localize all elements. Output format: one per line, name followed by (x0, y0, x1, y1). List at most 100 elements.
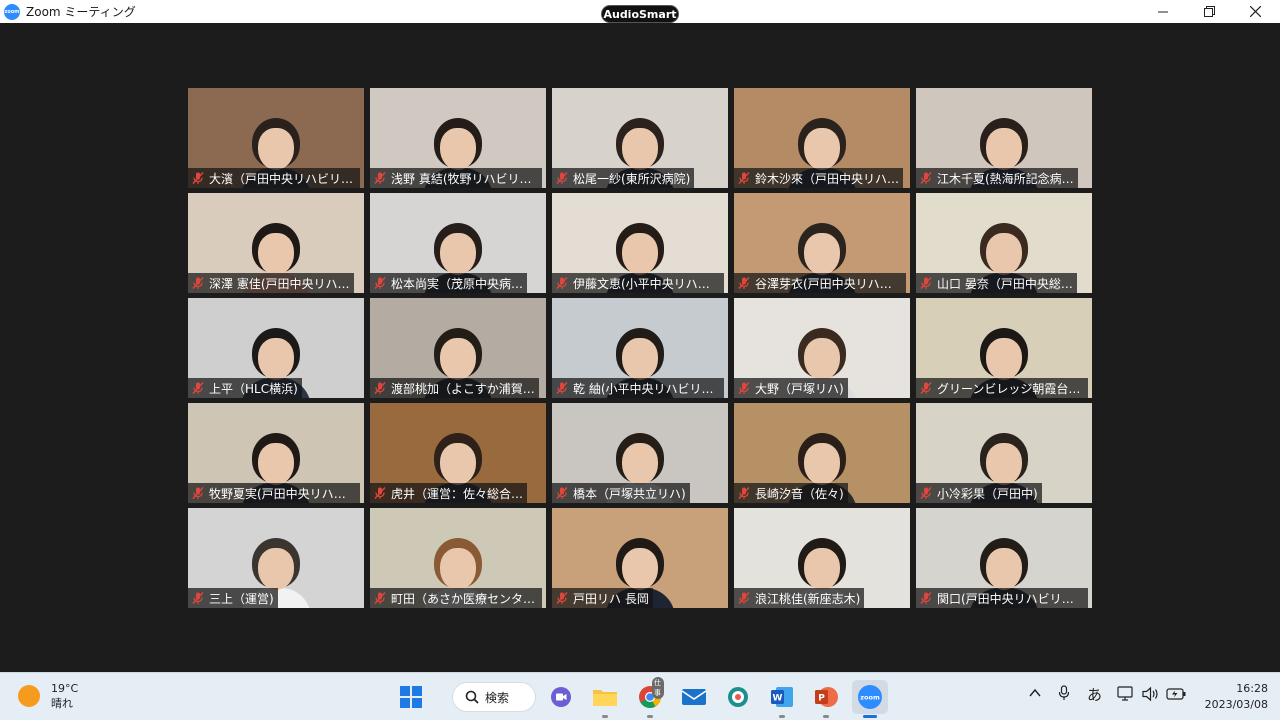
window-title: Zoom ミーティング (26, 5, 136, 19)
network-tray[interactable] (1117, 686, 1135, 706)
participant-tile[interactable]: 浪江桃佳(新座志木) (734, 508, 910, 608)
participant-name: グリーンビレッジ朝霞台いけや (937, 381, 1084, 396)
show-hidden-icons[interactable] (1029, 687, 1041, 703)
participant-name: 浅野 真結(牧野リハビリテ… (391, 171, 538, 186)
mic-muted-icon (738, 277, 750, 289)
zoom-icon: zoom (858, 685, 882, 709)
participant-name: 橋本（戸塚共立リハ) (573, 486, 686, 501)
taskbar-file-explorer[interactable] (591, 683, 619, 711)
mic-muted-icon (192, 382, 204, 394)
participant-name: 三上（運営) (209, 591, 274, 606)
participant-tile[interactable]: 上平（HLC横浜) (188, 298, 364, 398)
word-icon: W (771, 687, 793, 707)
mic-muted-icon (556, 487, 568, 499)
weather-widget[interactable]: 19°C 晴れ (18, 681, 78, 711)
participant-name: 大野（戸塚リハ) (755, 381, 844, 396)
participant-tile[interactable]: 小冷彩果（戸田中) (916, 403, 1092, 503)
participant-tile[interactable]: 乾 紬(小平中央リハビリテ… (552, 298, 728, 398)
participant-name: 上平（HLC横浜) (209, 381, 298, 396)
mic-muted-icon (920, 172, 932, 184)
participant-tile[interactable]: 戸田リハ 長岡 (552, 508, 728, 608)
participant-name: 深澤 憲佳(戸田中央リハ… (209, 276, 350, 291)
taskbar-search[interactable]: 検索 (452, 682, 536, 712)
participant-tile[interactable]: 伊藤文恵(小平中央リハビ… (552, 193, 728, 293)
participant-name: 乾 紬(小平中央リハビリテ… (573, 381, 720, 396)
restore-button[interactable] (1186, 0, 1232, 23)
participant-name: 谷澤芽衣(戸田中央リハビ… (755, 276, 902, 291)
participant-tile[interactable]: 大野（戸塚リハ) (734, 298, 910, 398)
mic-muted-icon (374, 592, 386, 604)
participant-tile[interactable]: 長崎汐音（佐々) (734, 403, 910, 503)
participant-tile[interactable]: グリーンビレッジ朝霞台いけや (916, 298, 1092, 398)
taskbar-word[interactable]: W (768, 683, 796, 711)
participant-tile[interactable]: 谷澤芽衣(戸田中央リハビ… (734, 193, 910, 293)
start-button[interactable] (397, 683, 425, 711)
participant-tile[interactable]: 橋本（戸塚共立リハ) (552, 403, 728, 503)
close-button[interactable] (1232, 0, 1278, 23)
app-icon (728, 687, 748, 707)
speaker-icon (1142, 686, 1158, 702)
title-bar: zoom Zoom ミーティング AudioSmart (0, 0, 1280, 23)
minimize-button[interactable] (1140, 0, 1186, 23)
weather-condition: 晴れ (51, 697, 73, 710)
mic-muted-icon (738, 172, 750, 184)
participant-tile[interactable]: 三上（運営) (188, 508, 364, 608)
volume-tray[interactable] (1142, 686, 1160, 706)
battery-tray[interactable] (1166, 687, 1186, 705)
participant-name: 浪江桃佳(新座志木) (755, 591, 861, 606)
participant-grid: 大濱（戸田中央リハビリテ… 浅野 真結(牧野リハビリテ… 松尾一紗(東所沢病院)… (188, 88, 1093, 608)
clock-time: 16:28 (1236, 682, 1268, 695)
participant-tile[interactable]: 江木千夏(熱海所記念病… (916, 88, 1092, 188)
participant-tile[interactable]: 虎井（運営：佐々総合… (370, 403, 546, 503)
camera-chat-icon (551, 687, 571, 707)
taskbar-powerpoint[interactable]: P (812, 683, 840, 711)
taskbar-chrome[interactable]: 仕事 (636, 677, 664, 711)
participant-tile[interactable]: 大濱（戸田中央リハビリテ… (188, 88, 364, 188)
svg-text:P: P (818, 694, 825, 704)
participant-nameplate: 関口(戸田中央リハビリテー… (916, 588, 1088, 608)
clock[interactable]: 16:28 2023/03/08 (1196, 681, 1268, 713)
mic-muted-icon (192, 277, 204, 289)
microphone-tray[interactable] (1058, 685, 1070, 705)
participant-nameplate: 戸田リハ 長岡 (552, 588, 653, 608)
meeting-gallery: 大濱（戸田中央リハビリテ… 浅野 真結(牧野リハビリテ… 松尾一紗(東所沢病院)… (0, 23, 1280, 672)
participant-tile[interactable]: 松本尚実（茂原中央病… (370, 193, 546, 293)
mic-muted-icon (920, 277, 932, 289)
participant-nameplate: 橋本（戸塚共立リハ) (552, 483, 690, 503)
participant-nameplate: 松尾一紗(東所沢病院) (552, 168, 695, 188)
participant-tile[interactable]: 牧野夏実(戸田中央リハビ… (188, 403, 364, 503)
participant-tile[interactable]: 深澤 憲佳(戸田中央リハ… (188, 193, 364, 293)
participant-nameplate: 深澤 憲佳(戸田中央リハ… (188, 273, 354, 293)
mic-muted-icon (738, 487, 750, 499)
mic-muted-icon (920, 592, 932, 604)
audiosmart-badge[interactable]: AudioSmart (601, 5, 679, 23)
mic-muted-icon (556, 172, 568, 184)
participant-nameplate: 鈴木沙來（戸田中央リハ… (734, 168, 904, 188)
participant-nameplate: 牧野夏実(戸田中央リハビ… (188, 483, 360, 503)
chrome-profile-badge: 仕事 (652, 677, 664, 699)
ime-indicator[interactable]: あ (1087, 684, 1102, 705)
microphone-icon (1058, 685, 1070, 700)
participant-nameplate: 松本尚実（茂原中央病… (370, 273, 528, 293)
participant-name: 牧野夏実(戸田中央リハビ… (209, 486, 356, 501)
participant-name: 鈴木沙來（戸田中央リハ… (755, 171, 900, 186)
participant-tile[interactable]: 松尾一紗(東所沢病院) (552, 88, 728, 188)
participant-tile[interactable]: 鈴木沙來（戸田中央リハ… (734, 88, 910, 188)
mic-muted-icon (738, 382, 750, 394)
participant-name: 虎井（運営：佐々総合… (391, 486, 524, 501)
taskbar-app[interactable] (724, 683, 752, 711)
sun-icon (18, 685, 40, 707)
participant-tile[interactable]: 山口 晏奈（戸田中央総… (916, 193, 1092, 293)
battery-charging-icon (1166, 688, 1186, 700)
mic-muted-icon (556, 592, 568, 604)
taskbar-teams[interactable] (547, 683, 575, 711)
participant-nameplate: 山口 晏奈（戸田中央総… (916, 273, 1077, 293)
participant-tile[interactable]: 渡部桃加（よこすか浦賀… (370, 298, 546, 398)
participant-tile[interactable]: 町田（あさか医療センター) (370, 508, 546, 608)
mic-muted-icon (556, 277, 568, 289)
taskbar-mail[interactable] (680, 683, 708, 711)
taskbar-zoom[interactable]: zoom (852, 680, 888, 714)
participant-tile[interactable]: 浅野 真結(牧野リハビリテ… (370, 88, 546, 188)
participant-tile[interactable]: 関口(戸田中央リハビリテー… (916, 508, 1092, 608)
participant-nameplate: 長崎汐音（佐々) (734, 483, 848, 503)
